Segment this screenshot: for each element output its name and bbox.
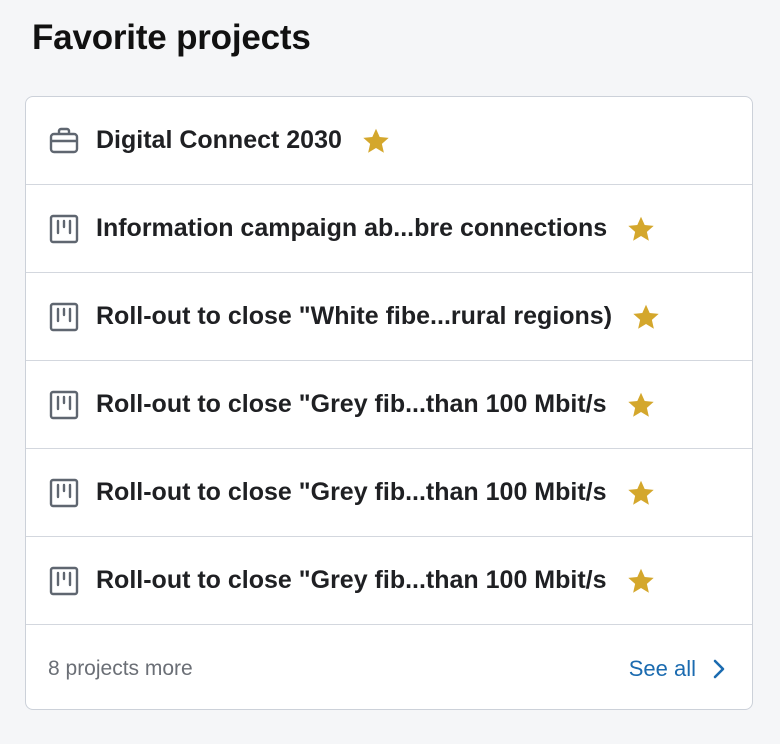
more-projects-count: 8 projects more (48, 656, 193, 680)
briefcase-icon (48, 125, 80, 157)
project-row[interactable]: Roll-out to close "Grey fib...than 100 M… (26, 537, 752, 625)
page-title: Favorite projects (32, 18, 311, 57)
project-title: Roll-out to close "Grey fib...than 100 M… (96, 478, 607, 506)
project-row[interactable]: Roll-out to close "White fibe...rural re… (26, 273, 752, 361)
project-title: Roll-out to close "Grey fib...than 100 M… (96, 390, 607, 418)
card-footer: 8 projects more See all (26, 625, 752, 709)
star-icon[interactable] (625, 213, 657, 245)
see-all-link[interactable]: See all (629, 656, 726, 682)
board-icon (48, 565, 80, 597)
project-row[interactable]: Roll-out to close "Grey fib...than 100 M… (26, 361, 752, 449)
favorite-projects-card: Digital Connect 2030 Information campaig… (25, 96, 753, 710)
board-icon (48, 213, 80, 245)
project-title: Digital Connect 2030 (96, 126, 342, 154)
project-row[interactable]: Digital Connect 2030 (26, 97, 752, 185)
see-all-label: See all (628, 655, 696, 681)
chevron-right-icon (712, 658, 726, 680)
board-icon (48, 477, 80, 509)
star-icon[interactable] (360, 125, 392, 157)
project-row[interactable]: Information campaign ab...bre connection… (26, 185, 752, 273)
project-title: Roll-out to close "Grey fib...than 100 M… (96, 566, 607, 594)
star-icon[interactable] (625, 389, 657, 421)
star-icon[interactable] (625, 565, 657, 597)
board-icon (48, 301, 80, 333)
star-icon[interactable] (630, 301, 662, 333)
board-icon (48, 389, 80, 421)
project-title: Information campaign ab...bre connection… (96, 214, 608, 242)
project-title: Roll-out to close "White fibe...rural re… (96, 302, 613, 330)
project-row[interactable]: Roll-out to close "Grey fib...than 100 M… (26, 449, 752, 537)
star-icon[interactable] (625, 477, 657, 509)
